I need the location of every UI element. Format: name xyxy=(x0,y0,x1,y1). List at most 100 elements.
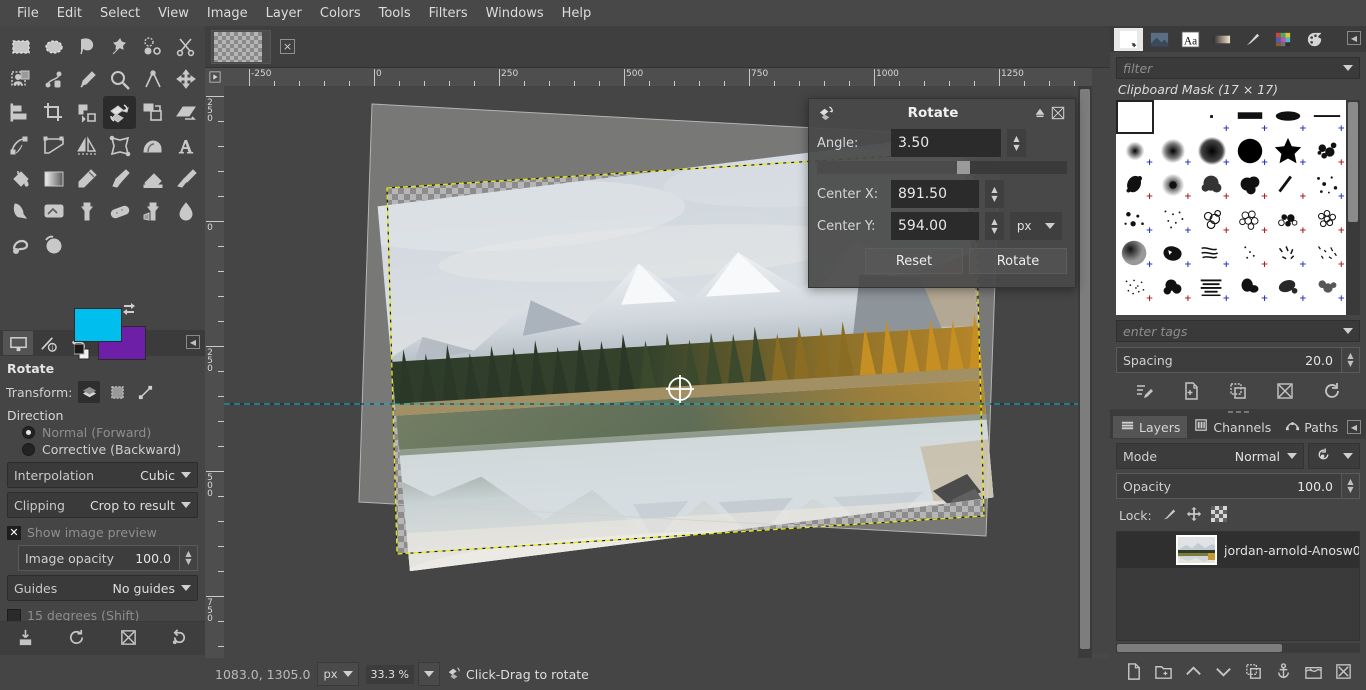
brush-circle-solid[interactable]: + xyxy=(1231,134,1269,168)
angle-stepper[interactable]: ▲ ▼ xyxy=(1007,129,1026,157)
mypaint-brush-tool[interactable] xyxy=(37,195,70,228)
layer-row[interactable]: jordan-arnold-Anosw0H xyxy=(1117,532,1359,568)
spacing-stepper[interactable]: ▲ ▼ xyxy=(1341,348,1359,372)
brush-line-thin[interactable]: + xyxy=(1308,100,1346,134)
tab-layers[interactable]: Layers xyxy=(1113,416,1188,438)
brush-splat-3[interactable]: + xyxy=(1154,168,1192,202)
brush-dot-tiny[interactable]: + xyxy=(1193,100,1231,134)
image-opacity-stepper[interactable]: ▲ ▼ xyxy=(179,546,197,570)
unit-selector[interactable]: px xyxy=(317,662,359,686)
brush-clump-2[interactable]: + xyxy=(1231,202,1269,236)
smudge-tool[interactable] xyxy=(4,228,37,261)
pencil-tool[interactable] xyxy=(70,162,103,195)
palettes-tab[interactable] xyxy=(1269,28,1298,51)
foreground-color-swatch[interactable] xyxy=(74,308,122,342)
brush-blob-rough[interactable]: + xyxy=(1154,236,1192,270)
refresh-brushes-icon[interactable] xyxy=(1322,381,1342,404)
brush-filter-input[interactable]: filter xyxy=(1116,57,1360,79)
vertical-scroll-thumb[interactable] xyxy=(1080,89,1090,649)
text-tool[interactable]: A xyxy=(169,129,202,162)
anchor-layer-icon[interactable] xyxy=(1274,662,1293,684)
brush-blank[interactable] xyxy=(1154,100,1192,134)
menu-image[interactable]: Image xyxy=(198,3,257,24)
tab-channels[interactable]: Channels xyxy=(1187,416,1278,438)
collapse-icon[interactable] xyxy=(1031,104,1049,122)
dock-menu-icon[interactable]: ◀ xyxy=(186,335,200,349)
menu-layer[interactable]: Layer xyxy=(257,3,311,24)
brush-specks[interactable]: + xyxy=(1308,168,1346,202)
ink-tool[interactable] xyxy=(4,195,37,228)
rect-select-tool[interactable] xyxy=(4,30,37,63)
brush-grain[interactable]: + xyxy=(1116,270,1154,304)
brush-specks-2[interactable]: + xyxy=(1116,202,1154,236)
rotate-dialog-header[interactable]: Rotate xyxy=(809,99,1075,127)
brush-grid[interactable]: ++++++++++++++++++++++++++++++++++++++++ xyxy=(1116,100,1346,315)
clipping-combo[interactable]: Clipping Crop to result xyxy=(7,492,198,518)
brush-lines-h[interactable]: + xyxy=(1193,270,1231,304)
layer-mode-options[interactable] xyxy=(1308,443,1360,469)
center-x-stepper[interactable]: ▲ ▼ xyxy=(985,180,1004,208)
brush-smear-3[interactable]: + xyxy=(1308,270,1346,304)
brush-tags-input[interactable]: enter tags xyxy=(1116,320,1360,342)
menu-view[interactable]: View xyxy=(149,3,198,24)
align-tool[interactable] xyxy=(4,96,37,129)
vertical-scrollbar[interactable] xyxy=(1078,86,1092,658)
radio-corrective-backward[interactable] xyxy=(22,443,35,456)
dodge-burn-tool[interactable] xyxy=(37,228,70,261)
unified-transform-tool[interactable] xyxy=(70,96,103,129)
ellipse-select-tool[interactable] xyxy=(37,30,70,63)
brush-scribble[interactable]: + xyxy=(1193,236,1231,270)
brush-specks-3[interactable]: + xyxy=(1154,202,1192,236)
lock-alpha-icon[interactable] xyxy=(1210,506,1227,525)
clone-tool[interactable] xyxy=(70,195,103,228)
scissors-select-tool[interactable] xyxy=(169,30,202,63)
menu-file[interactable]: File xyxy=(8,3,48,24)
new-layer-icon[interactable] xyxy=(1124,662,1143,684)
brush-smear-2[interactable]: + xyxy=(1269,270,1307,304)
menu-edit[interactable]: Edit xyxy=(48,3,91,24)
brush-splat-1[interactable]: + xyxy=(1308,134,1346,168)
blur-sharpen-tool[interactable] xyxy=(169,195,202,228)
brushes-tab[interactable] xyxy=(1114,27,1143,51)
gradients-tab[interactable] xyxy=(1207,28,1236,51)
angle-slider-knob[interactable] xyxy=(957,161,970,174)
brush-edge-3[interactable]: + xyxy=(1193,304,1231,315)
new-layer-group-icon[interactable] xyxy=(1154,662,1173,684)
tab-paths[interactable]: Paths xyxy=(1278,416,1345,438)
delete-brush-icon[interactable] xyxy=(1275,381,1295,404)
transform-target-layer-button[interactable] xyxy=(78,381,101,403)
crop-tool[interactable] xyxy=(37,96,70,129)
chevron-down-icon[interactable] xyxy=(1343,328,1353,334)
brush-fuzz-sm[interactable]: + xyxy=(1116,134,1154,168)
dock-menu-icon[interactable]: ◀ xyxy=(1347,420,1361,434)
horizontal-ruler[interactable]: -250025050075010001250150017502000 xyxy=(224,68,1092,86)
center-y-stepper[interactable]: ▲ ▼ xyxy=(985,212,1004,240)
flip-tool[interactable] xyxy=(70,129,103,162)
reset-tool-options-icon[interactable] xyxy=(170,628,189,650)
default-colors-icon[interactable] xyxy=(73,343,90,360)
handle-transform-tool[interactable] xyxy=(4,129,37,162)
close-image-icon[interactable]: × xyxy=(280,39,295,54)
radio-normal-forward[interactable] xyxy=(22,426,35,439)
transform-target-selection-button[interactable] xyxy=(106,381,128,403)
tool-options-tab[interactable] xyxy=(3,331,33,355)
layer-list[interactable]: jordan-arnold-Anosw0H xyxy=(1116,531,1360,641)
move-tool[interactable] xyxy=(169,63,202,96)
lower-layer-icon[interactable] xyxy=(1214,662,1233,684)
zoom-control[interactable]: 33.3 % xyxy=(365,662,440,686)
scale-tool[interactable] xyxy=(136,96,169,129)
rotate-tool[interactable] xyxy=(103,96,136,129)
brush-stroke-1[interactable]: + xyxy=(1269,168,1307,202)
lock-pixels-icon[interactable] xyxy=(1161,506,1177,525)
airbrush-tool[interactable] xyxy=(169,162,202,195)
brush-clump-4[interactable]: + xyxy=(1308,202,1346,236)
gradient-tool[interactable] xyxy=(37,162,70,195)
patterns-tab[interactable] xyxy=(1145,28,1174,51)
select-by-color-tool[interactable] xyxy=(136,30,169,63)
brush-blank[interactable] xyxy=(1116,100,1155,134)
brush-scroll-thumb[interactable] xyxy=(1348,102,1358,222)
zoom-dropdown-button[interactable] xyxy=(418,662,440,686)
brush-smear-1[interactable]: + xyxy=(1231,270,1269,304)
vertical-ruler[interactable]: 250025050075010001250 xyxy=(205,86,224,658)
image-opacity-spinner[interactable]: Image opacity 100.0 ▲ ▼ xyxy=(18,545,198,571)
